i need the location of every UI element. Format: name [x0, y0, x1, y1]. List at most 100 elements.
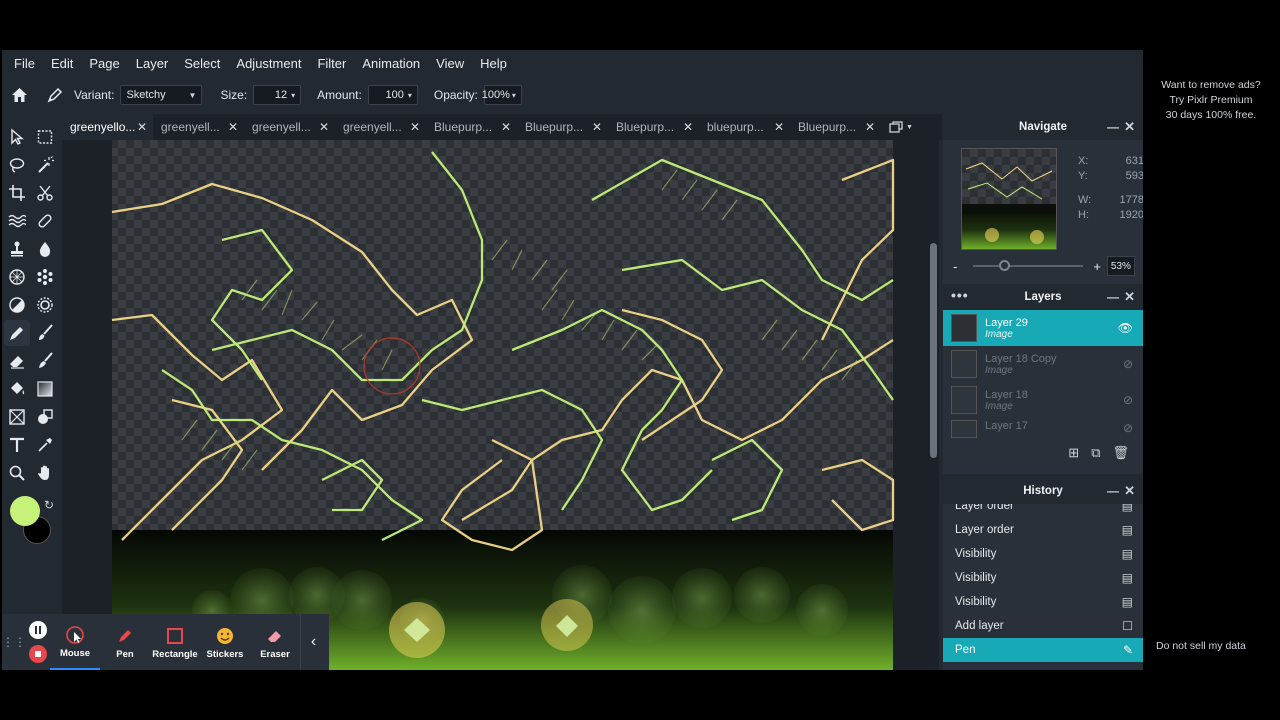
drag-handle-icon[interactable]: ⋮⋮: [2, 635, 26, 649]
shape-frame-icon[interactable]: [4, 404, 30, 430]
eye-hidden-icon[interactable]: ⊘: [1123, 357, 1133, 371]
mouse-button[interactable]: Mouse: [50, 614, 100, 670]
minimize-icon[interactable]: —: [1107, 484, 1119, 498]
tab-greenyellow-3[interactable]: greenyell... ✕: [244, 114, 335, 140]
tab-bluepurple-5[interactable]: Bluepurp... ✕: [790, 114, 881, 140]
eyedropper-icon[interactable]: [32, 432, 58, 458]
lasso-tool-icon[interactable]: [4, 152, 30, 178]
layer-item[interactable]: Layer 18 Copy Image ⊘: [943, 346, 1143, 382]
menu-layer[interactable]: Layer: [136, 56, 169, 71]
zoom-slider-handle[interactable]: [999, 260, 1011, 271]
history-item[interactable]: Visibility ▤: [943, 590, 1143, 614]
clone-stamp-icon[interactable]: [4, 236, 30, 262]
opacity-select[interactable]: 100% ▾: [482, 85, 522, 105]
minimize-icon[interactable]: —: [1107, 290, 1119, 304]
stop-icon[interactable]: [29, 645, 47, 663]
swap-colors-icon[interactable]: ↻: [44, 498, 54, 512]
paint-bucket-icon[interactable]: [4, 376, 30, 402]
close-icon[interactable]: ✕: [501, 120, 511, 134]
layer-item[interactable]: Layer 29 Image 👁: [943, 310, 1143, 346]
pen-draw-icon[interactable]: [4, 320, 30, 346]
tab-bluepurple-4[interactable]: bluepurp... ✕: [699, 114, 790, 140]
pen-button[interactable]: Pen: [100, 614, 150, 670]
rectangle-button[interactable]: Rectangle: [150, 614, 200, 670]
navigator-thumbnail[interactable]: [961, 148, 1057, 250]
do-not-sell-link[interactable]: Do not sell my data: [1156, 640, 1246, 652]
collapse-chevron-icon[interactable]: ‹: [300, 614, 326, 670]
history-item[interactable]: Layer order ▤: [943, 518, 1143, 542]
layer-item[interactable]: Layer 17 ⊘: [943, 418, 1143, 438]
menu-edit[interactable]: Edit: [51, 56, 73, 71]
menu-animation[interactable]: Animation: [362, 56, 420, 71]
more-options-icon[interactable]: •••: [951, 287, 969, 303]
primary-color-swatch[interactable]: [10, 496, 40, 526]
close-icon[interactable]: ✕: [683, 120, 693, 134]
layer-item[interactable]: Layer 18 Image ⊘: [943, 382, 1143, 418]
add-layer-icon[interactable]: ⊞: [1068, 445, 1079, 461]
home-icon[interactable]: [2, 87, 36, 103]
close-icon[interactable]: ✕: [865, 120, 875, 134]
zoom-in-button[interactable]: +: [1093, 259, 1101, 274]
canvas-vertical-scrollbar[interactable]: [930, 243, 937, 458]
menu-adjustment[interactable]: Adjustment: [236, 56, 301, 71]
sharpen-gear-icon[interactable]: [32, 292, 58, 318]
marquee-tool-icon[interactable]: [32, 124, 58, 150]
history-item[interactable]: Pen ✎: [943, 638, 1143, 662]
close-icon[interactable]: ✕: [410, 120, 420, 134]
close-icon[interactable]: ✕: [137, 120, 147, 134]
pause-icon[interactable]: [29, 621, 47, 639]
history-item[interactable]: Layer order ▤: [943, 504, 1143, 518]
size-select[interactable]: 12 ▾: [253, 85, 302, 105]
zoom-search-icon[interactable]: [4, 460, 30, 486]
shapes-tool-icon[interactable]: [32, 404, 58, 430]
eye-hidden-icon[interactable]: ⊘: [1123, 393, 1133, 407]
duplicate-layer-icon[interactable]: ⧉: [1091, 445, 1100, 461]
arrange-tool-icon[interactable]: [4, 124, 30, 150]
menu-filter[interactable]: Filter: [317, 56, 346, 71]
history-item[interactable]: Add layer ☐: [943, 614, 1143, 638]
history-item[interactable]: Visibility ▤: [943, 542, 1143, 566]
close-icon[interactable]: ✕: [592, 120, 602, 134]
close-icon[interactable]: ✕: [774, 120, 784, 134]
tab-bluepurple-2[interactable]: Bluepurp... ✕: [517, 114, 608, 140]
hand-pan-icon[interactable]: [32, 460, 58, 486]
cutout-scissors-icon[interactable]: [32, 180, 58, 206]
heal-bandage-icon[interactable]: [32, 208, 58, 234]
liquify-tool-icon[interactable]: [4, 208, 30, 234]
sponge-tool-icon[interactable]: [4, 264, 30, 290]
close-icon[interactable]: ✕: [319, 120, 329, 134]
color-replace-icon[interactable]: [32, 348, 58, 374]
zoom-value[interactable]: 53%: [1106, 256, 1135, 276]
canvas-area[interactable]: [62, 140, 939, 670]
menu-help[interactable]: Help: [480, 56, 507, 71]
tab-bluepurple-3[interactable]: Bluepurp... ✕: [608, 114, 699, 140]
tab-greenyellow-4[interactable]: greenyell... ✕: [335, 114, 426, 140]
tab-greenyellow-2[interactable]: greenyell... ✕: [153, 114, 244, 140]
eraser-button[interactable]: Eraser: [250, 614, 300, 670]
ad-line-2[interactable]: Try Pixlr Premium: [1148, 93, 1274, 108]
close-icon[interactable]: ✕: [1124, 289, 1135, 305]
stickers-button[interactable]: Stickers: [200, 614, 250, 670]
trash-icon[interactable]: 🗑: [1112, 445, 1129, 461]
tab-bluepurple-1[interactable]: Bluepurp... ✕: [426, 114, 517, 140]
close-icon[interactable]: ✕: [228, 120, 238, 134]
close-icon[interactable]: ✕: [1124, 483, 1135, 499]
history-item[interactable]: Visibility ▤: [943, 566, 1143, 590]
eye-visible-icon[interactable]: 👁: [1118, 321, 1133, 335]
menu-view[interactable]: View: [436, 56, 464, 71]
minimize-icon[interactable]: —: [1107, 120, 1119, 134]
zoom-out-button[interactable]: -: [953, 259, 957, 274]
dots-pattern-icon[interactable]: [32, 264, 58, 290]
text-tool-icon[interactable]: [4, 432, 30, 458]
magic-wand-icon[interactable]: [32, 152, 58, 178]
amount-select[interactable]: 100 ▾: [367, 85, 418, 105]
menu-page[interactable]: Page: [89, 56, 119, 71]
drop-blur-icon[interactable]: [32, 236, 58, 262]
history-list[interactable]: Layer order ▤ Layer order ▤ Visibility ▤ Vi…: [943, 504, 1143, 670]
gradient-tool-icon[interactable]: [32, 376, 58, 402]
canvas-image[interactable]: [62, 140, 939, 670]
dodge-burn-icon[interactable]: [4, 292, 30, 318]
tab-overflow-menu-icon[interactable]: ▼: [881, 121, 921, 133]
menu-file[interactable]: File: [14, 56, 35, 71]
zoom-slider[interactable]: [973, 260, 1084, 271]
